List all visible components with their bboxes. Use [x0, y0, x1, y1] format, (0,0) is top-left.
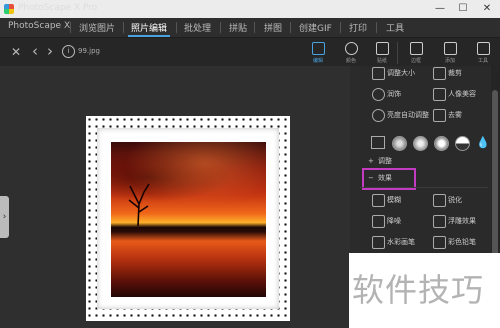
watercolor-tool[interactable]: 水彩画笔 [372, 235, 430, 249]
info-icon[interactable]: i [62, 45, 75, 58]
portrait-beauty-tool[interactable]: 人像美容 [433, 87, 488, 101]
back-icon[interactable]: ‹ [32, 42, 38, 60]
crop-tool[interactable]: 裁剪 [433, 66, 488, 80]
menu-editor[interactable]: 照片编辑 [131, 21, 167, 34]
watermark-text: 软件技巧 [352, 271, 485, 309]
add-button[interactable]: 添加 [437, 40, 463, 66]
menu-print[interactable]: 打印 [349, 21, 367, 34]
edit-icon [311, 42, 325, 55]
menu-batch[interactable]: 批处理 [184, 21, 211, 34]
auto-brightness-tool[interactable]: 亮度自动调整 [372, 108, 432, 122]
dehaze-tool[interactable]: 去雾 [433, 108, 488, 122]
preset-2-icon[interactable] [413, 136, 428, 151]
auto-brightness-icon [372, 109, 385, 122]
watercolor-brush-icon [372, 236, 385, 249]
plus-icon: + [368, 157, 374, 165]
add-icon [443, 42, 457, 55]
retouch-tool[interactable]: 润饰 [372, 87, 432, 101]
drop-icon[interactable]: 💧 [476, 136, 490, 149]
resize-icon [372, 67, 385, 80]
menu-combine[interactable]: 拼图 [264, 21, 282, 34]
color-pencil-tool[interactable]: 彩色铅笔 [433, 235, 488, 249]
menu-create-gif[interactable]: 创建GIF [299, 21, 332, 34]
edit-button[interactable]: 编辑 [305, 40, 331, 66]
tools-button[interactable]: 工具 [470, 40, 496, 66]
frame-button[interactable]: 边框 [403, 40, 429, 66]
blur-icon [372, 194, 385, 207]
panel-divider [360, 187, 488, 188]
menu-photoscape[interactable]: PhotoScape X [8, 21, 70, 31]
denoise-tool[interactable]: 降噪 [372, 214, 430, 228]
sharpen-tool[interactable]: 锐化 [433, 193, 488, 207]
file-name: 99.jpg [78, 47, 100, 55]
forward-icon[interactable]: › [47, 42, 53, 60]
expand-left-panel-icon[interactable]: › [0, 196, 9, 238]
sharpen-icon [433, 194, 446, 207]
emboss-tool[interactable]: 浮雕效果 [433, 214, 488, 228]
blur-tool[interactable]: 模糊 [372, 193, 430, 207]
menu-bar: PhotoScape X 浏览图片 照片编辑 批处理 拼贴 拼图 创建GIF 打… [0, 18, 500, 38]
sticker-button[interactable]: 贴纸 [369, 40, 395, 66]
resize-tool[interactable]: 调整大小 [372, 66, 432, 80]
pencil-icon [433, 236, 446, 249]
preset-3-icon[interactable] [434, 136, 449, 151]
menu-collage[interactable]: 拼贴 [229, 21, 247, 34]
minimize-button[interactable]: — [429, 0, 451, 18]
app-title: PhotoScape X Pro [18, 3, 98, 13]
app-logo-icon [4, 4, 14, 14]
color-icon [344, 42, 358, 55]
frame-icon [409, 42, 423, 55]
list-icon[interactable] [371, 136, 385, 149]
toolbar-separator [397, 42, 398, 64]
portrait-icon [433, 88, 446, 101]
emboss-icon [433, 215, 446, 228]
scrollbar-thumb[interactable] [492, 90, 498, 260]
sticker-icon [375, 42, 389, 55]
menu-viewer[interactable]: 浏览图片 [79, 21, 115, 34]
preset-4-icon[interactable] [455, 136, 470, 151]
maximize-button[interactable]: ☐ [452, 0, 474, 18]
preset-1-icon[interactable] [392, 136, 407, 151]
close-window-button[interactable]: ✕ [476, 0, 498, 18]
menu-tools[interactable]: 工具 [386, 21, 404, 34]
close-icon[interactable]: ✕ [11, 45, 21, 59]
crop-icon [433, 67, 446, 80]
dehaze-icon [433, 109, 446, 122]
adjust-section[interactable]: + 调整 [368, 156, 392, 166]
active-menu-indicator [128, 35, 170, 37]
color-button[interactable]: 颜色 [338, 40, 364, 66]
denoise-icon [372, 215, 385, 228]
tools-icon [476, 42, 490, 55]
retouch-icon [372, 88, 385, 101]
tree-silhouette [128, 183, 150, 226]
